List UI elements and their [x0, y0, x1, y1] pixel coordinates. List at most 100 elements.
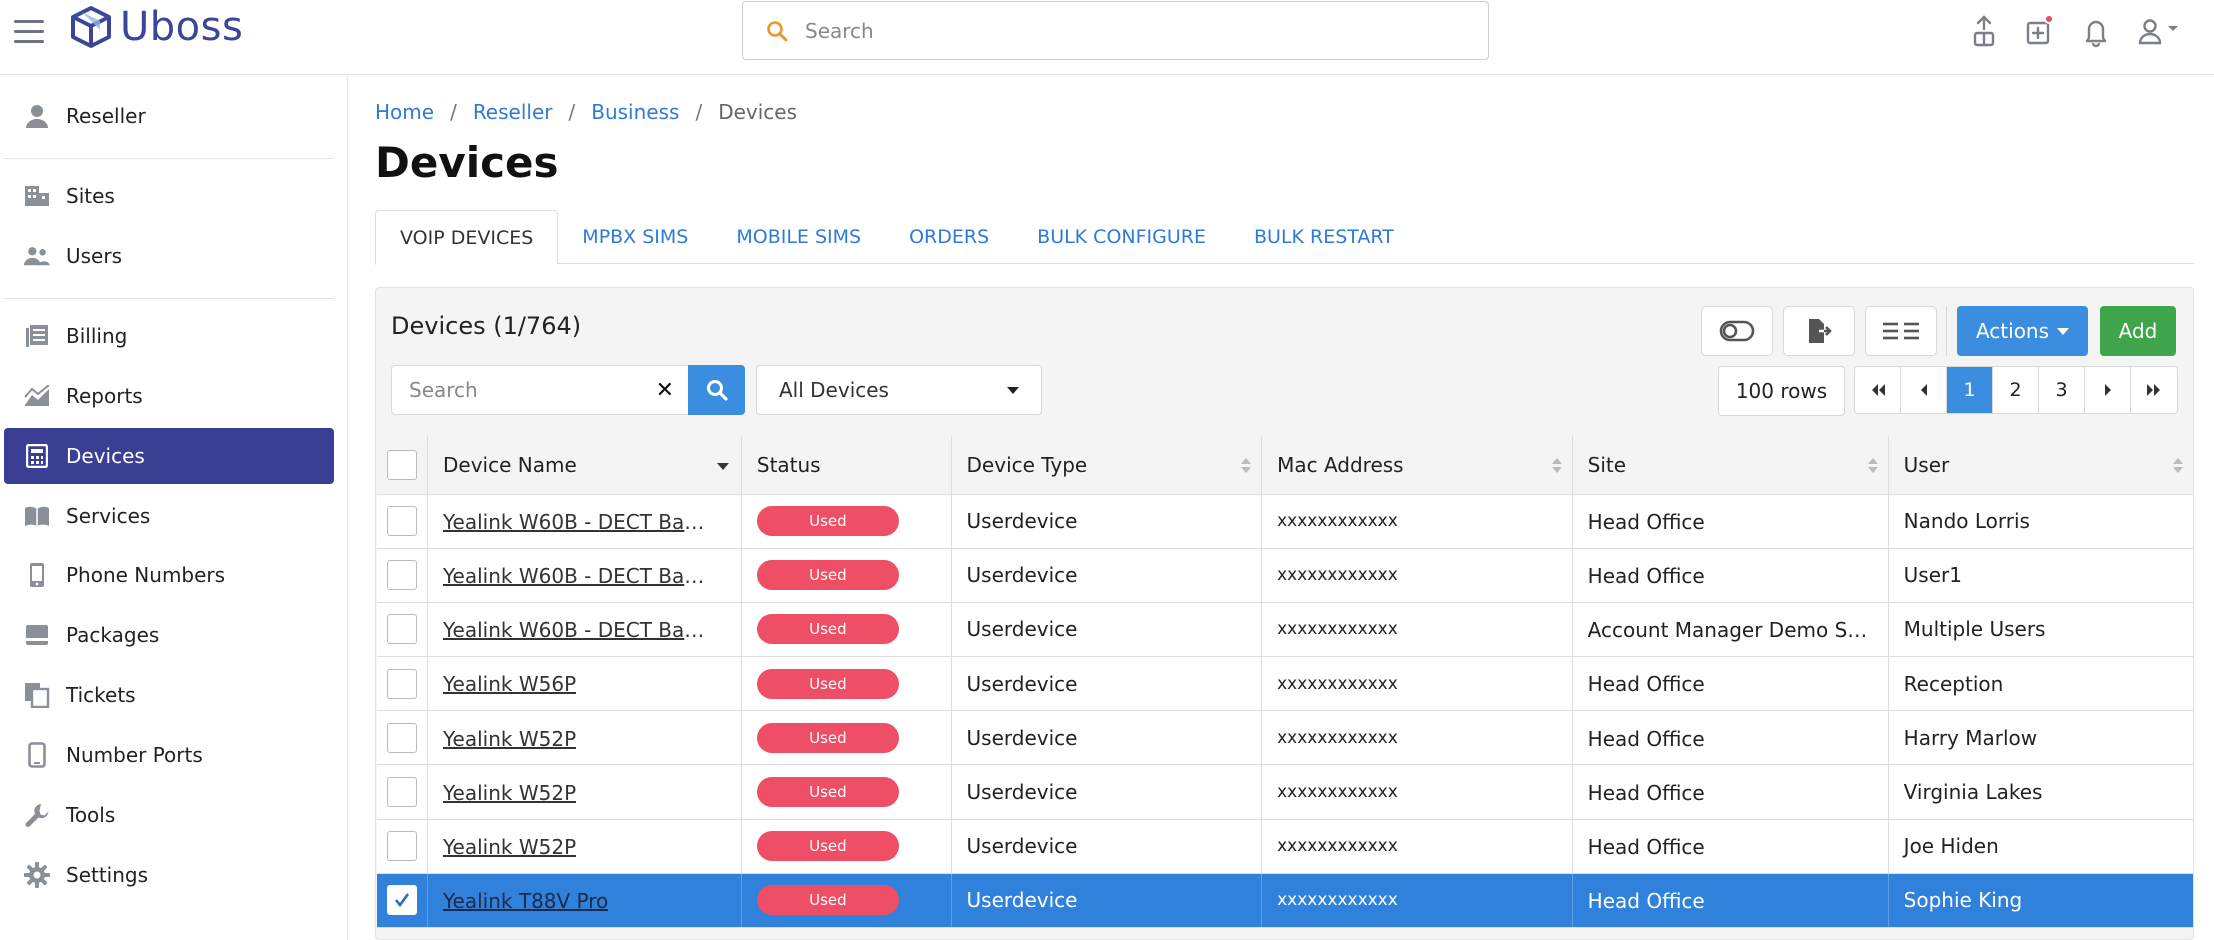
sidebar-item-tools[interactable]: Tools	[4, 787, 334, 843]
sidebar-item-services[interactable]: Services	[4, 488, 334, 544]
global-search-box[interactable]	[742, 1, 1489, 60]
tab-mpbx-sims[interactable]: MPBX SIMS	[558, 210, 712, 264]
bell-icon[interactable]	[2080, 14, 2112, 48]
chevron-left-icon	[1920, 384, 1927, 396]
sidebar-item-sites[interactable]: Sites	[4, 168, 334, 224]
column-header-user[interactable]: User	[1888, 436, 2193, 495]
column-header-site[interactable]: Site	[1572, 436, 1889, 495]
tab-mobile-sims[interactable]: MOBILE SIMS	[712, 210, 885, 264]
transfer-icon[interactable]	[1968, 14, 2000, 48]
tab-bulk-configure[interactable]: BULK CONFIGURE	[1013, 210, 1230, 264]
select-all-checkbox[interactable]	[387, 449, 417, 480]
sidebar-item-label: Billing	[66, 324, 128, 348]
device-name-link[interactable]: Yealink W60B - DECT Base Station	[443, 618, 713, 642]
toggle-view-button[interactable]	[1701, 306, 1773, 356]
sidebar-item-reports[interactable]: Reports	[4, 368, 334, 424]
row-checkbox[interactable]	[387, 614, 417, 645]
row-checkbox[interactable]	[387, 885, 417, 916]
row-select-cell	[377, 710, 428, 766]
row-checkbox[interactable]	[387, 506, 417, 537]
rows-per-page-select[interactable]: 100 rows	[1718, 366, 1845, 416]
page-button-2[interactable]: 2	[1993, 367, 2039, 413]
mac-address-cell: xxxxxxxxxxxx	[1261, 548, 1573, 603]
table-row[interactable]: Yealink T88V Pro Used Userdevice xxxxxxxxxx…	[377, 873, 2193, 929]
site-cell: Head Office	[1572, 764, 1889, 820]
table-row[interactable]: Yealink W60B - DECT Base Station Used User…	[377, 548, 2193, 603]
column-header-device-type[interactable]: Device Type	[951, 436, 1263, 495]
clear-search-icon[interactable]: ✕	[656, 378, 674, 403]
export-button[interactable]	[1783, 306, 1855, 356]
device-name-link[interactable]: Yealink W60B - DECT Base Station	[443, 564, 713, 588]
file-export-icon	[1809, 319, 1832, 343]
sidebar-item-label: Settings	[66, 863, 149, 887]
table-search-input[interactable]	[409, 378, 639, 402]
user-account-icon[interactable]	[2136, 14, 2180, 48]
menu-hamburger-icon[interactable]	[14, 20, 44, 44]
device-name-link[interactable]: Yealink T88V Pro	[443, 889, 608, 913]
sidebar-item-reseller[interactable]: Reseller	[4, 88, 334, 144]
device-name-link[interactable]: Yealink W52P	[443, 835, 576, 859]
device-name-link[interactable]: Yealink W52P	[443, 781, 576, 805]
gear-icon	[24, 862, 50, 888]
devices-panel: Devices (1/764) Actions Add ✕ All Device…	[375, 287, 2194, 940]
page-button-1[interactable]: 1	[1947, 367, 1993, 413]
add-box-icon[interactable]	[2024, 14, 2056, 48]
row-checkbox[interactable]	[387, 777, 417, 808]
table-row[interactable]: Yealink W60B - DECT Base Station Used User…	[377, 602, 2193, 658]
page-button-3[interactable]: 3	[2039, 367, 2085, 413]
row-checkbox[interactable]	[387, 668, 417, 699]
device-name-cell: Yealink W56P	[427, 656, 742, 712]
add-button[interactable]: Add	[2100, 306, 2176, 356]
row-checkbox[interactable]	[387, 560, 417, 591]
sidebar-item-users[interactable]: Users	[4, 228, 334, 284]
row-checkbox[interactable]	[387, 722, 417, 753]
tab-bulk-restart[interactable]: BULK RESTART	[1230, 210, 1418, 264]
next-page-button[interactable]	[2085, 367, 2131, 413]
breadcrumb-home-link[interactable]: Home	[375, 100, 434, 124]
global-search-input[interactable]	[805, 18, 1445, 43]
prev-page-button[interactable]	[1901, 367, 1947, 413]
device-name-link[interactable]: Yealink W60B - DECT Base Station	[443, 510, 713, 534]
last-page-button[interactable]	[2131, 367, 2177, 413]
app-logo[interactable]: Uboss	[68, 4, 243, 50]
status-badge: Used	[756, 885, 899, 916]
row-select-cell	[377, 494, 428, 549]
sidebar-item-devices[interactable]: Devices	[4, 428, 334, 484]
tab-voip-devices[interactable]: VOIP DEVICES	[375, 210, 559, 265]
mac-address-cell: xxxxxxxxxxxx	[1261, 602, 1573, 658]
device-name-link[interactable]: Yealink W52P	[443, 727, 576, 751]
sidebar-item-label: Phone Numbers	[66, 563, 226, 587]
sidebar-item-label: Reseller	[66, 104, 146, 128]
row-select-cell	[377, 602, 428, 658]
tab-orders[interactable]: ORDERS	[885, 210, 1013, 264]
device-filter-select[interactable]: All Devices	[756, 365, 1042, 415]
row-checkbox[interactable]	[387, 831, 417, 862]
status-cell: Used	[741, 494, 952, 549]
row-select-cell	[377, 873, 428, 929]
breadcrumb-reseller-link[interactable]: Reseller	[473, 100, 553, 124]
column-header-status[interactable]: Status	[741, 436, 952, 495]
sidebar-item-packages[interactable]: Packages	[4, 607, 334, 663]
column-header-mac-address[interactable]: Mac Address	[1261, 436, 1573, 495]
sidebar-item-settings[interactable]: Settings	[4, 847, 334, 903]
table-row[interactable]: Yealink W52P Used Userdevice xxxxxxxxxxxx He…	[377, 819, 2193, 874]
mobile-phone-icon	[24, 562, 50, 588]
site-value: Head Office	[1587, 564, 1705, 589]
column-header-device-name[interactable]: Device Name	[427, 436, 742, 495]
sidebar-item-billing[interactable]: Billing	[4, 308, 334, 364]
columns-button[interactable]	[1865, 306, 1937, 356]
device-name-link[interactable]: Yealink W56P	[443, 672, 576, 696]
table-search-box[interactable]: ✕	[391, 365, 689, 415]
search-button[interactable]	[688, 365, 745, 415]
sidebar-item-tickets[interactable]: Tickets	[4, 667, 334, 723]
table-row[interactable]: Yealink W60B - DECT Base Station Used User…	[377, 494, 2193, 549]
actions-dropdown-button[interactable]: Actions	[1957, 306, 2088, 356]
breadcrumb-business-link[interactable]: Business	[591, 100, 679, 124]
sidebar-item-phone-numbers[interactable]: Phone Numbers	[4, 547, 334, 603]
table-row[interactable]: Yealink W52P Used Userdevice xxxxxxxxxxxx He…	[377, 710, 2193, 766]
sidebar-item-number-ports[interactable]: Number Ports	[4, 727, 334, 783]
table-row[interactable]: Yealink W52P Used Userdevice xxxxxxxxxxxx He…	[377, 764, 2193, 820]
table-row[interactable]: Yealink W56P Used Userdevice xxxxxxxxxxxx He…	[377, 656, 2193, 712]
device-name-cell: Yealink T88V Pro	[427, 873, 742, 929]
first-page-button[interactable]	[1855, 367, 1901, 413]
